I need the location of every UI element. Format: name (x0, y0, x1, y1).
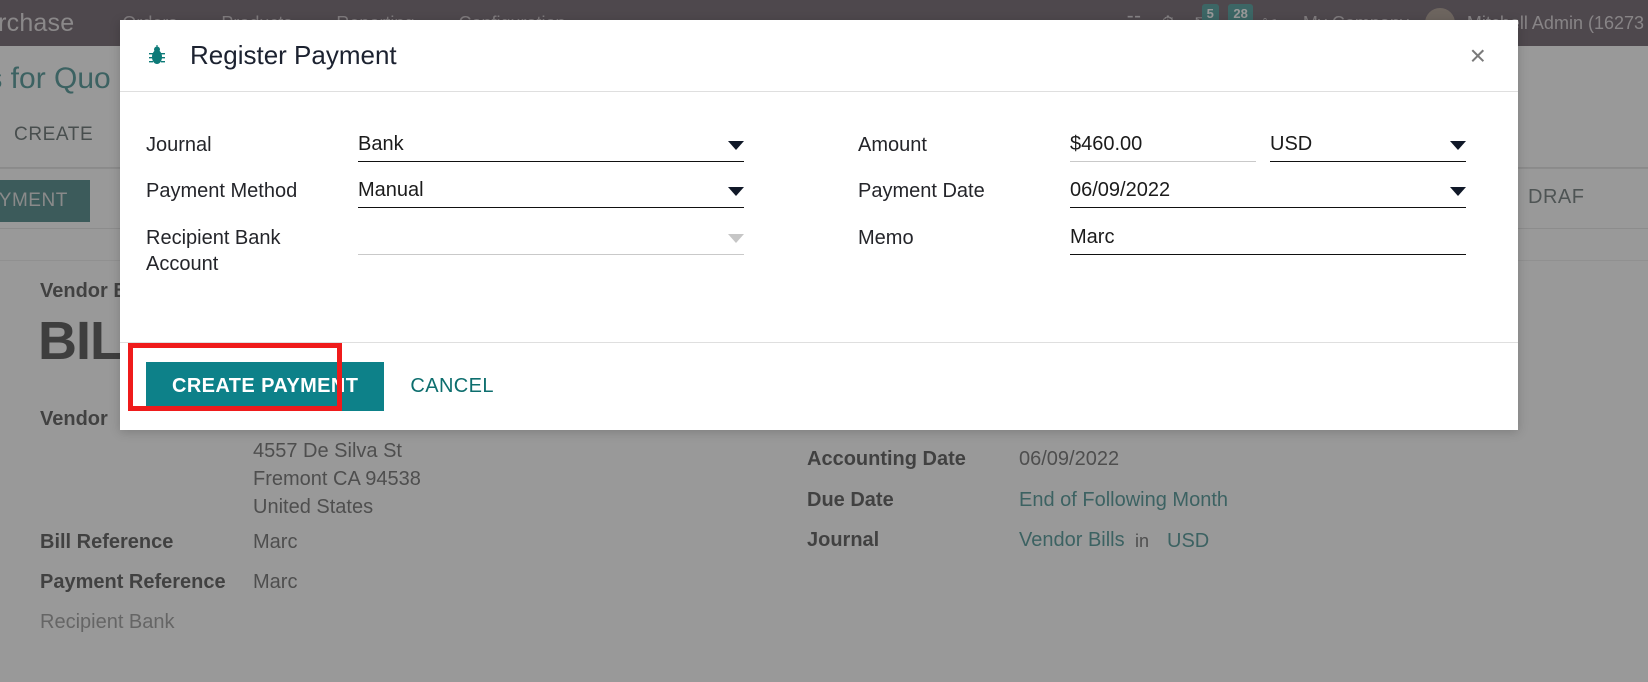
memo-field[interactable]: Marc (1070, 211, 1480, 255)
chevron-down-icon[interactable] (728, 187, 744, 197)
payment-date-input[interactable]: 06/09/2022 (1070, 178, 1466, 209)
grid-spacer-3 (758, 211, 858, 284)
journal-label: Journal (146, 134, 212, 156)
recipient-bank-account-label: Recipient Bank Account (146, 226, 281, 276)
grid-spacer-1 (758, 118, 858, 164)
recipient-bank-account-select[interactable] (358, 225, 744, 255)
currency-field[interactable]: USD (1270, 118, 1480, 162)
payment-date-field[interactable]: 06/09/2022 (1070, 164, 1480, 209)
screen: urchase Orders Products Reporting Config… (0, 0, 1648, 682)
currency-select[interactable]: USD (1270, 132, 1466, 162)
cancel-button[interactable]: CANCEL (410, 375, 494, 398)
chevron-down-icon[interactable] (1450, 141, 1466, 150)
memo-value: Marc (1070, 225, 1115, 248)
chevron-down-icon[interactable] (728, 141, 744, 150)
chevron-down-icon (728, 233, 744, 243)
amount-input[interactable]: $460.00 (1070, 132, 1256, 162)
payment-method-select[interactable]: Manual (358, 178, 744, 209)
grid-spacer-2 (758, 164, 858, 210)
memo-label: Memo (858, 226, 914, 249)
recipient-bank-account-field[interactable] (358, 211, 758, 255)
payment-method-label: Payment Method (146, 180, 298, 203)
dialog-header: Register Payment × (120, 20, 1518, 92)
register-payment-dialog: Register Payment × Journal Bank Amount $… (120, 20, 1518, 430)
amount-label: Amount (858, 134, 927, 156)
bug-icon (146, 43, 168, 69)
currency-value: USD (1270, 133, 1313, 155)
dialog-title: Register Payment (190, 40, 397, 70)
amount-field[interactable]: $460.00 (1070, 118, 1270, 162)
journal-select[interactable]: Bank (358, 132, 744, 162)
chevron-down-icon[interactable] (1450, 187, 1466, 197)
payment-date-value: 06/09/2022 (1070, 179, 1171, 202)
memo-input[interactable]: Marc (1070, 225, 1466, 255)
payment-form: Journal Bank Amount $460.00 USD Payment … (120, 118, 1518, 284)
payment-date-label: Payment Date (858, 180, 985, 203)
amount-value: $460.00 (1070, 133, 1143, 155)
journal-value: Bank (358, 133, 404, 155)
payment-method-field[interactable]: Manual (358, 164, 758, 209)
dialog-body: Journal Bank Amount $460.00 USD Payment … (120, 92, 1518, 342)
close-icon[interactable]: × (1464, 38, 1492, 74)
create-payment-button[interactable]: CREATE PAYMENT (146, 362, 385, 411)
payment-method-value: Manual (358, 179, 424, 202)
journal-field[interactable]: Bank (358, 118, 758, 162)
dialog-footer: CREATE PAYMENT CANCEL (120, 342, 1518, 430)
